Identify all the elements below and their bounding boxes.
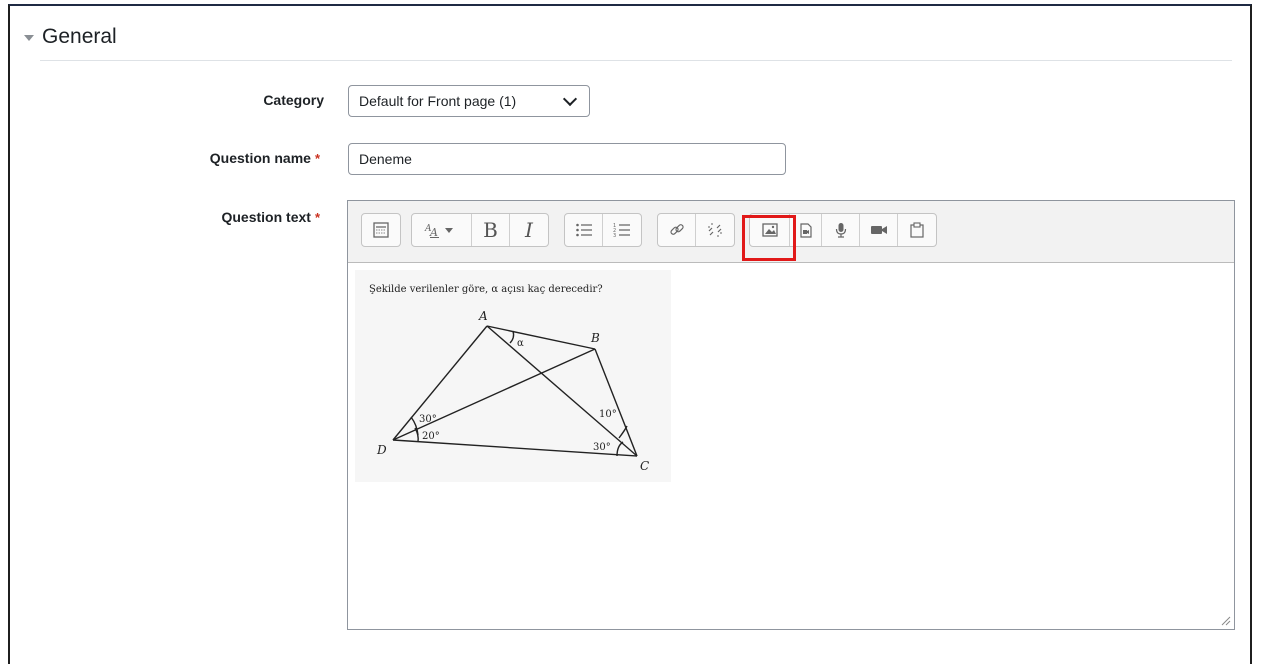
toolbar-group-toggle: [361, 213, 401, 247]
question-name-input[interactable]: Deneme: [348, 143, 786, 175]
media-icon: [799, 222, 812, 238]
unordered-list-button[interactable]: [565, 214, 603, 246]
question-name-label-text: Question name: [209, 150, 311, 166]
angle-c-upper-label: 10°: [599, 409, 617, 420]
point-d-label: D: [376, 443, 387, 457]
ordered-list-icon: 1 2 3: [613, 223, 630, 238]
angle-c-lower-label: 30°: [593, 442, 611, 453]
required-icon: *: [314, 150, 320, 166]
italic-icon: I: [525, 218, 533, 242]
link-button[interactable]: [658, 214, 696, 246]
resize-handle-icon[interactable]: [1221, 616, 1231, 626]
category-label: Category: [263, 92, 324, 108]
editor-toolbar: A A B I 1 2 3: [348, 201, 1234, 263]
required-icon: *: [314, 209, 320, 225]
editor-content[interactable]: Şekilde verilenler göre, α açısı kaç der…: [348, 263, 1234, 629]
section-title: General: [42, 25, 117, 48]
section-toggle-general[interactable]: General: [24, 22, 117, 52]
italic-button[interactable]: I: [510, 214, 548, 246]
collapse-caret-icon: [24, 35, 34, 41]
angle-d-upper-label: 30°: [419, 414, 437, 425]
question-text-label: Question text *: [221, 209, 320, 225]
toolbar-group-text-style: A A B I: [411, 213, 549, 247]
point-b-label: B: [590, 331, 600, 345]
category-label-text: Category: [263, 92, 324, 108]
unlink-icon: [708, 223, 722, 237]
toolbar-group-lists: 1 2 3: [564, 213, 642, 247]
unordered-list-icon: [575, 223, 592, 237]
audio-record-icon: [835, 223, 846, 238]
question-text-editor[interactable]: A A B I 1 2 3 Şekilde verilenler göre, α…: [347, 200, 1235, 630]
video-record-icon: [870, 226, 887, 234]
question-text-label-text: Question text: [221, 209, 311, 225]
triangle-diagram: A B C D α 30° 20° 10° 30°: [376, 309, 649, 473]
bold-icon: B: [483, 218, 498, 242]
unlink-button[interactable]: [696, 214, 734, 246]
link-icon: [669, 224, 684, 235]
toggle-toolbar-button[interactable]: [362, 214, 400, 246]
toolbar-group-links: [657, 213, 735, 247]
font-style-button[interactable]: A A: [412, 214, 472, 246]
manage-files-button[interactable]: [898, 214, 936, 246]
category-select[interactable]: Default for Front page (1): [348, 85, 590, 117]
question-name-label: Question name *: [210, 150, 320, 166]
question-name-value: Deneme: [359, 151, 412, 167]
record-audio-button[interactable]: [822, 214, 860, 246]
angle-d-lower-label: 20°: [422, 431, 440, 442]
toggle-toolbar-icon: [373, 222, 389, 238]
font-style-icon: A A: [424, 224, 453, 239]
point-c-label: C: [640, 459, 649, 473]
record-video-button[interactable]: [860, 214, 898, 246]
category-selected-value: Default for Front page (1): [359, 93, 517, 109]
manage-files-icon: [910, 222, 924, 238]
bold-button[interactable]: B: [472, 214, 510, 246]
point-a-label: A: [478, 309, 488, 323]
image-button-highlight: [742, 215, 796, 261]
angle-alpha-label: α: [517, 338, 524, 349]
question-figure: Şekilde verilenler göre, α açısı kaç der…: [355, 270, 671, 482]
ordered-list-button[interactable]: 1 2 3: [603, 214, 641, 246]
chevron-down-icon: [562, 91, 578, 106]
svg-text:3: 3: [613, 233, 616, 238]
section-divider: [40, 60, 1232, 61]
